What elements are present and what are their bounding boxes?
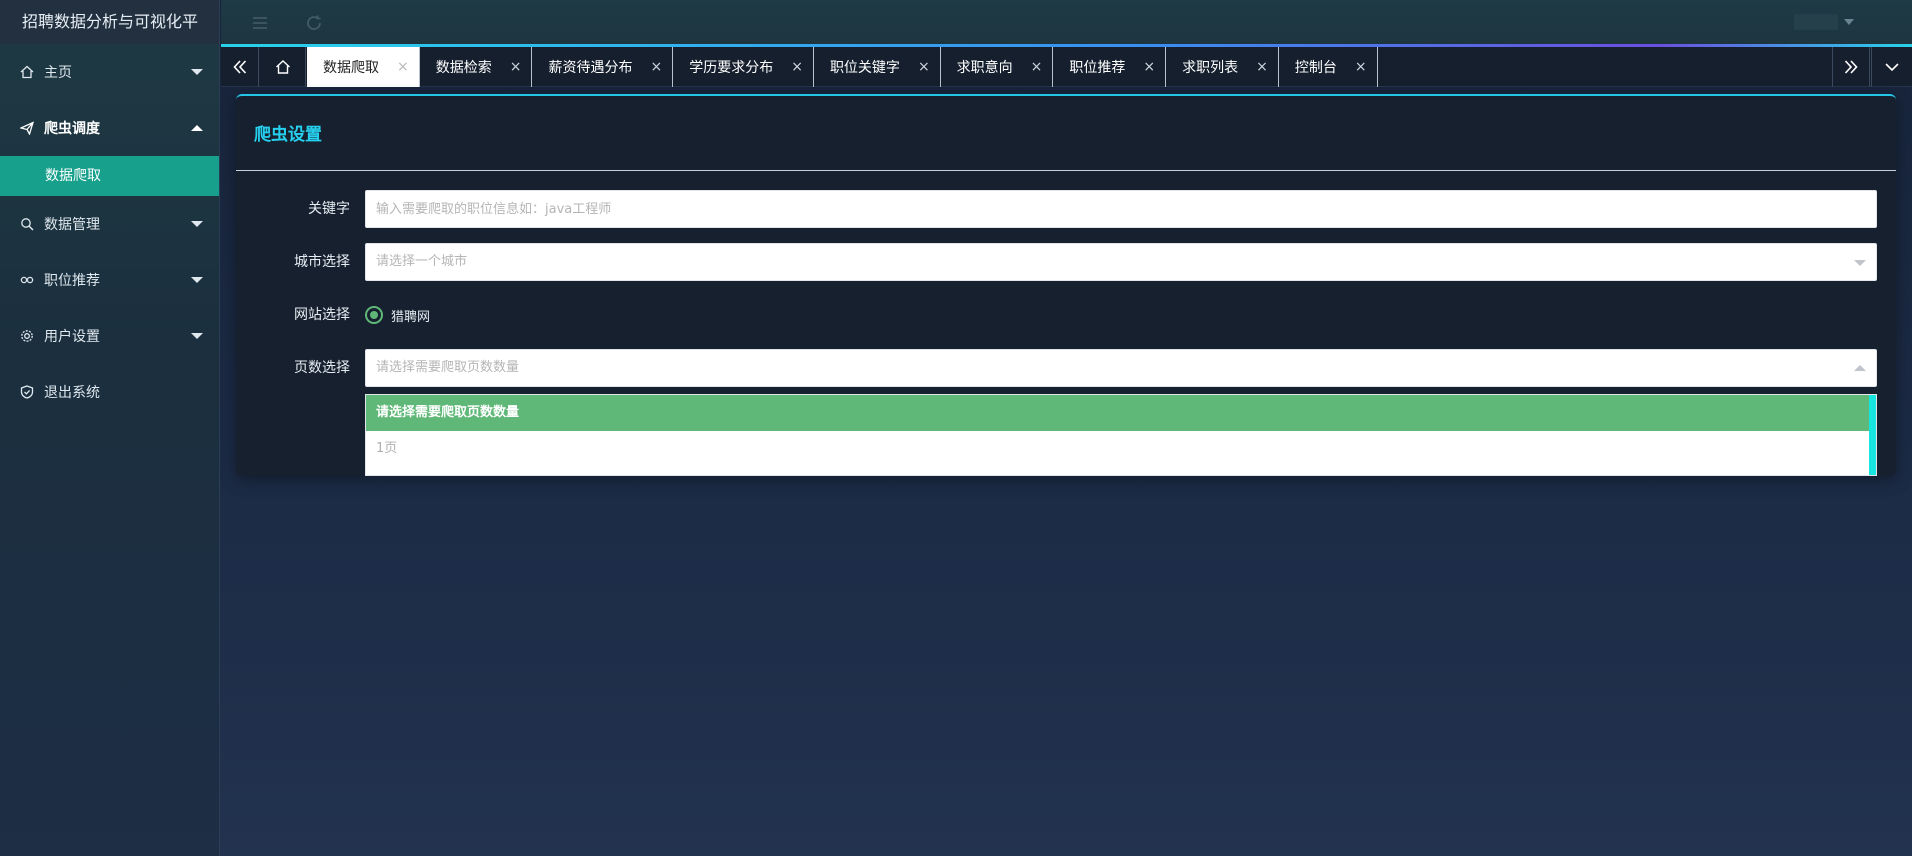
sidebar-item-job-recommend[interactable]: 职位推荐	[0, 252, 219, 308]
close-icon[interactable]: ×	[397, 59, 409, 75]
sidebar-item-label: 退出系统	[44, 385, 100, 401]
site-label: 网站选择	[294, 307, 350, 323]
divider	[236, 170, 1896, 171]
city-row: 城市选择 请选择一个城市	[236, 243, 1896, 281]
tab-label: 求职意向	[956, 60, 1013, 76]
tab-salary[interactable]: 薪资待遇分布 ×	[532, 47, 674, 87]
sidebar-item-logout[interactable]: 退出系统	[0, 364, 219, 420]
tab-intention[interactable]: 求职意向 ×	[941, 47, 1054, 87]
keyword-label: 关键字	[308, 201, 350, 217]
city-select-placeholder: 请选择一个城市	[376, 254, 468, 269]
tab-label: 求职列表	[1182, 60, 1239, 76]
tab-label: 职位推荐	[1069, 60, 1126, 76]
tabs-menu-button[interactable]	[1871, 47, 1912, 87]
chevron-up-icon	[1854, 365, 1866, 371]
close-icon[interactable]: ×	[791, 59, 803, 75]
sidebar: 招聘数据分析与可视化平 主页 爬虫调度 数据爬取 数据管理 职位推荐 用户设置	[0, 0, 220, 856]
shield-icon	[20, 385, 34, 399]
tab-bar: 数据爬取 × 数据检索 × 薪资待遇分布 × 学历要求分布 × 职位关键字 × …	[221, 47, 1912, 87]
radio-checked-icon	[365, 306, 383, 324]
tab-recommend[interactable]: 职位推荐 ×	[1053, 47, 1167, 87]
tab-home[interactable]	[260, 47, 306, 87]
home-icon	[275, 60, 290, 74]
menu-toggle-icon[interactable]	[251, 14, 269, 32]
sidebar-item-label: 数据管理	[44, 217, 100, 233]
tab-education[interactable]: 学历要求分布 ×	[673, 47, 814, 87]
sidebar-item-user-settings[interactable]: 用户设置	[0, 308, 219, 364]
tabs: 数据爬取 × 数据检索 × 薪资待遇分布 × 学历要求分布 × 职位关键字 × …	[307, 47, 1378, 87]
chevron-down-icon	[191, 277, 203, 283]
close-icon[interactable]: ×	[510, 59, 522, 75]
user-avatar[interactable]	[1794, 14, 1838, 30]
keyword-input[interactable]	[365, 190, 1877, 228]
pages-label: 页数选择	[294, 360, 350, 376]
refresh-icon[interactable]	[305, 14, 323, 32]
tabs-scroll-left-button[interactable]	[221, 47, 259, 87]
city-label: 城市选择	[294, 254, 350, 270]
chevron-down-icon	[1854, 260, 1866, 266]
tab-search[interactable]: 数据检索 ×	[420, 47, 533, 87]
tab-label: 数据检索	[435, 60, 492, 76]
pages-option[interactable]: 请选择需要爬取页数数量	[366, 395, 1876, 431]
close-icon[interactable]: ×	[1031, 59, 1043, 75]
sidebar-item-label: 爬虫调度	[44, 121, 100, 137]
app-title: 招聘数据分析与可视化平	[0, 0, 219, 44]
panel-title: 爬虫设置	[254, 125, 322, 145]
tab-label: 职位关键字	[829, 60, 900, 76]
chevron-down-icon	[191, 221, 203, 227]
pages-select[interactable]: 请选择需要爬取页数数量	[365, 349, 1877, 387]
double-chevron-right-icon	[1844, 60, 1858, 74]
sidebar-subitem-crawl[interactable]: 数据爬取	[0, 156, 219, 196]
send-icon	[20, 121, 34, 135]
site-radio-label: 猎聘网	[391, 309, 431, 325]
dropdown-scrollbar[interactable]	[1869, 395, 1876, 475]
gear-icon	[20, 329, 34, 343]
sidebar-item-label: 主页	[44, 65, 72, 81]
sidebar-item-home[interactable]: 主页	[0, 44, 219, 100]
sidebar-item-label: 用户设置	[44, 329, 100, 345]
tab-label: 学历要求分布	[689, 60, 774, 76]
chevron-down-icon	[191, 333, 203, 339]
tab-keywords[interactable]: 职位关键字 ×	[814, 47, 941, 87]
pages-option[interactable]: 1页	[366, 431, 1876, 467]
sidebar-item-data-management[interactable]: 数据管理	[0, 196, 219, 252]
site-radio-liepin[interactable]: 猎聘网	[365, 296, 430, 334]
close-icon[interactable]: ×	[1355, 59, 1367, 75]
dropdown-scrollbar-thumb[interactable]	[1869, 395, 1876, 475]
double-chevron-left-icon	[232, 60, 246, 74]
chevron-down-icon	[1885, 63, 1899, 72]
close-icon[interactable]: ×	[650, 59, 662, 75]
crawler-settings-panel: 爬虫设置 关键字 城市选择 请选择一个城市 网站选择 猎聘网 页数选择 请选择需…	[236, 94, 1896, 476]
chevron-up-icon	[191, 125, 203, 131]
city-select[interactable]: 请选择一个城市	[365, 243, 1877, 281]
keyword-row: 关键字	[236, 190, 1896, 228]
search-icon	[20, 217, 34, 231]
tab-label: 薪资待遇分布	[548, 60, 633, 76]
chevron-down-icon[interactable]	[1844, 19, 1854, 25]
chevron-down-icon	[191, 69, 203, 75]
close-icon[interactable]: ×	[1143, 59, 1155, 75]
tab-crawl[interactable]: 数据爬取 ×	[307, 47, 420, 87]
tab-console[interactable]: 控制台 ×	[1279, 47, 1378, 87]
link-icon	[20, 273, 34, 287]
close-icon[interactable]: ×	[1256, 59, 1268, 75]
home-icon	[20, 65, 34, 79]
pages-dropdown: 请选择需要爬取页数数量 1页	[365, 394, 1877, 476]
top-header	[221, 0, 1912, 46]
close-icon[interactable]: ×	[918, 59, 930, 75]
tab-label: 控制台	[1294, 60, 1337, 76]
site-row: 网站选择 猎聘网	[236, 296, 1896, 334]
tabs-scroll-right-button[interactable]	[1832, 47, 1870, 87]
tab-job-list[interactable]: 求职列表 ×	[1166, 47, 1279, 87]
pages-row: 页数选择 请选择需要爬取页数数量	[236, 349, 1896, 387]
tab-label: 数据爬取	[323, 60, 379, 76]
sidebar-item-crawler[interactable]: 爬虫调度	[0, 100, 219, 156]
sidebar-item-label: 职位推荐	[44, 273, 100, 289]
pages-select-placeholder: 请选择需要爬取页数数量	[376, 360, 520, 375]
